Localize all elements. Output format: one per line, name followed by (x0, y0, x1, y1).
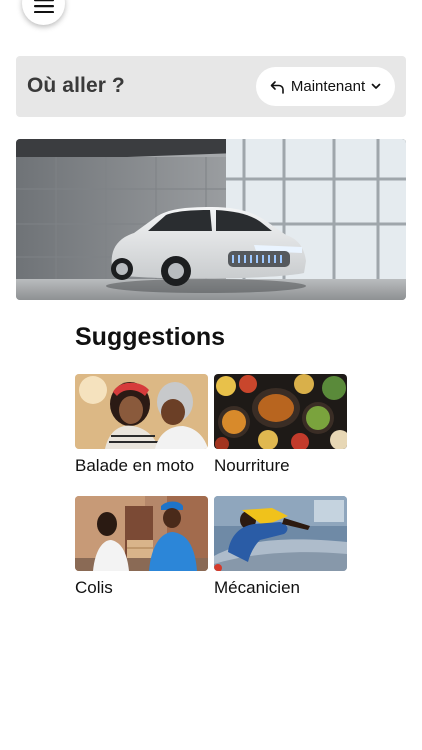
hamburger-menu-icon (33, 0, 54, 13)
suggestion-card-food[interactable]: Nourriture (214, 374, 347, 476)
where-to-search-bar[interactable]: Où aller ? Maintenant (16, 56, 406, 117)
food-image (214, 374, 347, 449)
suggestion-label-food: Nourriture (214, 456, 290, 475)
schedule-time-button[interactable]: Maintenant (256, 67, 395, 106)
suggestion-card-mechanic[interactable]: Mécanicien (214, 496, 347, 598)
menu-button[interactable] (22, 0, 65, 25)
suggestion-card-parcel[interactable]: Colis (75, 496, 208, 598)
suggestion-card-moto[interactable]: Balade en moto (75, 374, 208, 476)
moto-ride-image (75, 374, 208, 449)
suggestion-label-parcel: Colis (75, 578, 113, 597)
mechanic-image (214, 496, 347, 571)
chevron-down-icon (371, 83, 381, 90)
suggestion-label-mechanic: Mécanicien (214, 578, 300, 597)
clock-rewind-icon (270, 80, 285, 94)
parcel-delivery-image (75, 496, 208, 571)
where-to-label: Où aller ? (27, 74, 125, 97)
hero-car-image (16, 139, 406, 300)
suggestion-label-moto: Balade en moto (75, 456, 195, 475)
suggestions-heading: Suggestions (75, 323, 226, 351)
home-screen: Où aller ? Maintenant Suggestions Balade… (0, 0, 422, 750)
schedule-time-label: Maintenant (290, 78, 366, 95)
